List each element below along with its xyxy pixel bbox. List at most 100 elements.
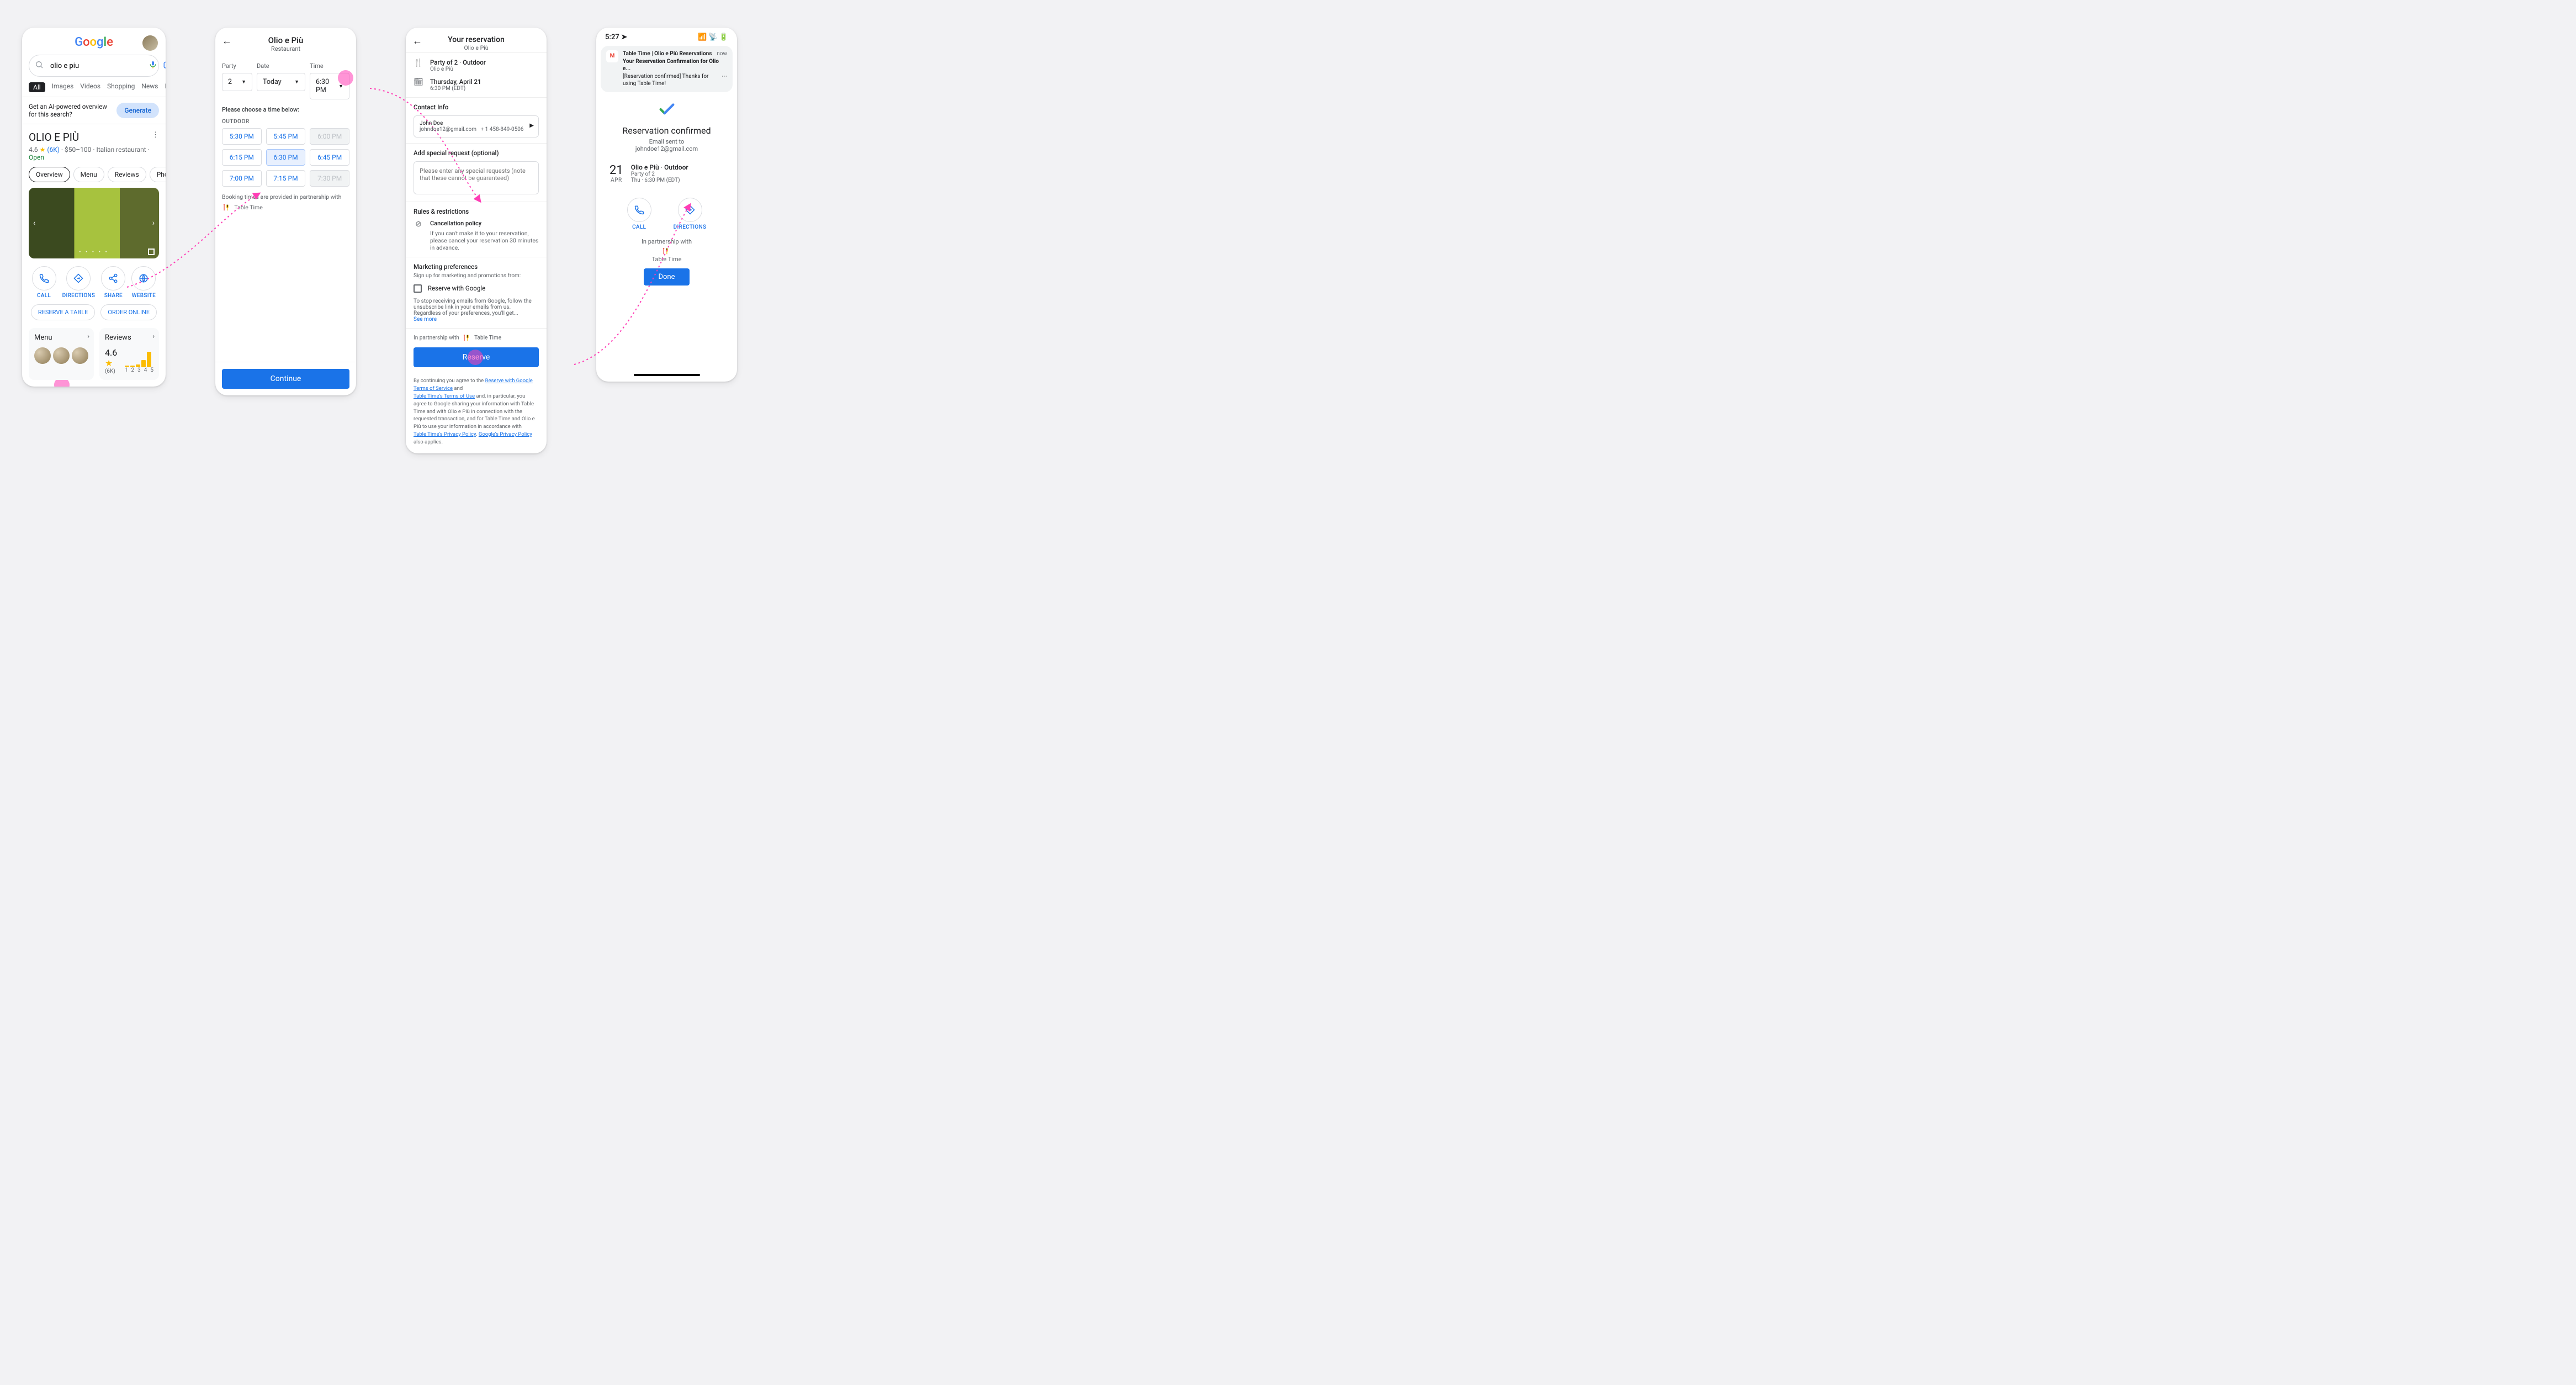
status-clock: 5:27 (605, 33, 619, 41)
reserve-button[interactable]: Reserve (414, 347, 539, 367)
place-type: Italian restaurant (96, 146, 146, 154)
kp-tab-photos[interactable]: Photos (150, 167, 166, 182)
reviews-link[interactable]: (6K) (47, 146, 60, 154)
restaurant-icon: 🍴 (414, 59, 423, 67)
time-picker-screen: ← Olio e Più Restaurant Party 2▼ Date To… (215, 28, 356, 395)
tab-shopping[interactable]: Shopping (107, 82, 135, 92)
date-select[interactable]: Today▼ (257, 73, 305, 91)
contact-heading: Contact Info (414, 103, 539, 111)
confirmation-email: johndoe12@gmail.com (596, 145, 737, 152)
rules-heading: Rules & restrictions (414, 208, 539, 215)
header-title: Olio e Più (215, 35, 356, 45)
notif-subject: Your Reservation Confirmation for Olio e… (623, 59, 719, 72)
generate-button[interactable]: Generate (116, 103, 159, 118)
summary-time: Thu · 6:30 PM (EDT) (631, 177, 688, 183)
see-more-link[interactable]: See more (414, 316, 539, 323)
kp-tab-menu[interactable]: Menu (73, 167, 104, 182)
search-bar[interactable] (29, 55, 159, 77)
table-time-icon (462, 334, 470, 342)
back-icon[interactable]: ← (222, 35, 232, 47)
notif-time: now (717, 50, 727, 58)
reservation-summary: 21 APR Olio e Più · Outdoor Party of 2 T… (596, 152, 737, 194)
time-select[interactable]: 6:30 PM▼ (310, 73, 349, 99)
website-action[interactable]: WEBSITE (131, 266, 156, 299)
lens-icon[interactable] (163, 60, 166, 72)
more-icon[interactable]: ⋮ (152, 131, 159, 139)
summary-party: Party of 2 (631, 171, 688, 177)
partner-line: In partnership with (414, 335, 459, 341)
selector-row: Party 2▼ Date Today▼ Time 6:30 PM▼ (215, 56, 356, 106)
date-label: Date (257, 62, 305, 70)
kp-tab-overview[interactable]: Overview (29, 167, 70, 182)
time-slot[interactable]: 7:15 PM (266, 170, 306, 187)
marketing-note: To stop receiving emails from Google, fo… (414, 298, 539, 316)
continue-button[interactable]: Continue (222, 369, 349, 389)
call-action[interactable]: CALL (627, 198, 651, 230)
tab-news[interactable]: News (141, 82, 158, 92)
header-subtitle: Olio e Più (406, 44, 547, 51)
directions-action[interactable]: DIRECTIONS (674, 198, 707, 230)
choose-prompt: Please choose a time below: (215, 106, 356, 113)
party-select[interactable]: 2▼ (222, 73, 252, 91)
reviews-card[interactable]: › Reviews 4.6 ★ (6K) 12345 (99, 328, 159, 380)
slot-category: OUTDOOR (215, 113, 356, 128)
time-slot[interactable]: 6:15 PM (222, 149, 262, 166)
special-request-input[interactable] (414, 161, 539, 194)
notif-title: Table Time | Olio e Più Reservations (623, 50, 712, 58)
carousel-next-icon[interactable]: › (152, 219, 155, 228)
notif-preview: [Reservation confirmed] Thanks for using… (623, 73, 722, 88)
reserve-table-button[interactable]: RESERVE A TABLE (31, 304, 96, 320)
chevron-right-icon: ▶ (529, 123, 534, 129)
calendar-icon: 🗓 (414, 78, 423, 87)
tab-all[interactable]: All (29, 82, 45, 92)
directions-label: DIRECTIONS (674, 224, 707, 230)
time-slot[interactable]: 5:45 PM (266, 128, 306, 145)
contact-block: Contact Info ▶ John Doe johndoe12@gmail.… (406, 97, 547, 143)
tab-videos[interactable]: Videos (80, 82, 100, 92)
date-summary: Thursday, April 21 (430, 78, 481, 86)
order-online-button[interactable]: ORDER ONLINE (100, 304, 157, 320)
time-slot[interactable]: 6:45 PM (310, 149, 349, 166)
rule-body: If you can't make it to your reservation… (430, 230, 539, 251)
rating-value: 4.6 (29, 146, 38, 154)
tab-maps[interactable]: Maps (165, 82, 166, 92)
done-button[interactable]: Done (644, 268, 689, 286)
share-action[interactable]: SHARE (101, 266, 125, 299)
star-icon: ★ (105, 358, 113, 368)
action-bar: CALL DIRECTIONS SHARE WEBSITE (29, 266, 159, 299)
expand-icon[interactable] (148, 249, 155, 255)
open-status: Open (29, 154, 44, 161)
marketing-checkbox[interactable] (414, 284, 422, 293)
back-icon[interactable]: ← (412, 35, 422, 47)
menu-card[interactable]: › Menu (29, 328, 94, 380)
marketing-block: Marketing preferences Sign up for market… (406, 257, 547, 328)
email-sent-label: Email sent to (596, 138, 737, 145)
chevron-right-icon: › (87, 332, 89, 341)
partner-privacy-link[interactable]: Table Time's Privacy Policy (414, 431, 476, 437)
hero-photo-carousel[interactable]: ‹ › • • • • • (29, 188, 159, 258)
contact-name: John Doe (420, 120, 533, 126)
partner-tos-link[interactable]: Table Time's Terms of Use (414, 393, 475, 399)
carousel-prev-icon[interactable]: ‹ (33, 219, 35, 228)
menu-card-title: Menu (34, 334, 88, 342)
kp-tab-reviews[interactable]: Reviews (108, 167, 146, 182)
screen-header: ← Olio e Più Restaurant (215, 28, 356, 56)
notif-more-icon[interactable]: ⋯ (722, 73, 727, 88)
google-privacy-link[interactable]: Google's Privacy Policy (479, 431, 532, 437)
time-slot[interactable]: 7:00 PM (222, 170, 262, 187)
mic-icon[interactable] (149, 60, 157, 71)
search-input[interactable] (49, 61, 143, 71)
call-action[interactable]: CALL (32, 266, 56, 299)
time-slot[interactable]: 5:30 PM (222, 128, 262, 145)
account-avatar[interactable] (142, 35, 158, 51)
time-slot[interactable]: 6:30 PM (266, 149, 306, 166)
tab-images[interactable]: Images (52, 82, 74, 92)
rating-large: 4.6 (105, 347, 117, 358)
ios-home-indicator[interactable] (634, 374, 700, 376)
directions-action[interactable]: DIRECTIONS (62, 266, 96, 299)
chevron-down-icon: ▼ (338, 83, 343, 89)
push-notification[interactable]: M Table Time | Olio e Più Reservationsno… (601, 46, 733, 92)
contact-card[interactable]: ▶ John Doe johndoe12@gmail.com + 1 458-8… (414, 115, 539, 138)
website-label: WEBSITE (132, 293, 156, 299)
special-heading: Add special request (optional) (414, 149, 539, 157)
